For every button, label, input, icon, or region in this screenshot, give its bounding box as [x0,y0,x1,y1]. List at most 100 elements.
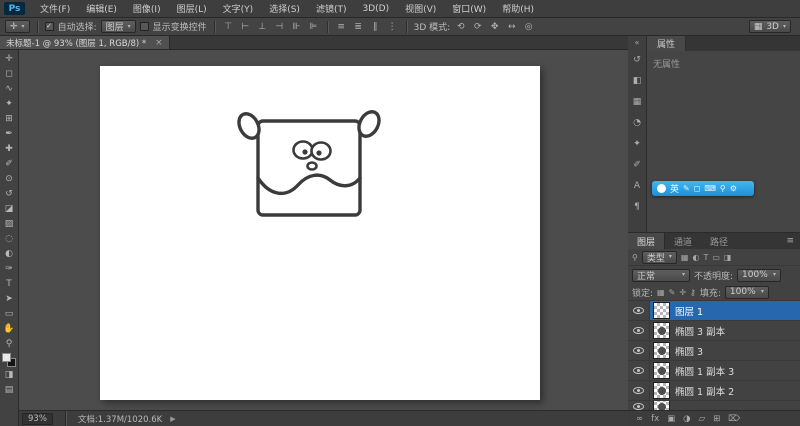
auto-select-dropdown[interactable]: 图层 ▾ [100,20,136,33]
align-right-icon[interactable]: ⊫ [307,22,320,32]
workspace-switcher[interactable]: ▦ 3D ▾ [748,20,791,33]
filter-shape-icon[interactable]: ▭ [712,253,720,262]
gradient-tool[interactable]: ▨ [1,216,18,231]
filter-type-icon[interactable]: T [703,253,708,262]
layer-row[interactable]: 椭圆 1 副本 3 [628,361,800,381]
color-swatches[interactable] [2,353,16,367]
visibility-eye-icon[interactable] [628,381,650,400]
zoom-level-field[interactable]: 93% [22,412,53,425]
distribute-top-icon[interactable]: ≡ [335,22,348,32]
show-transform-checkbox[interactable] [139,22,149,31]
align-bottom-icon[interactable]: ⊥ [256,22,269,32]
tab-layers[interactable]: 图层 [628,233,666,249]
3d-slide-icon[interactable]: ↔ [505,22,518,32]
ime-keyboard-icon[interactable]: ⌨ [704,184,716,193]
menu-layer[interactable]: 图层(L) [169,0,215,17]
canvas-pasteboard[interactable] [19,50,628,410]
layer-row[interactable]: 椭圆 3 副本 [628,321,800,341]
layer-thumbnail[interactable] [653,362,670,379]
foreground-color-swatch[interactable] [2,353,11,362]
3d-roll-icon[interactable]: ⟳ [471,22,484,32]
hand-tool[interactable]: ✋ [1,321,18,336]
lock-pixels-icon[interactable]: ✎ [669,288,676,297]
menu-3d[interactable]: 3D(D) [354,0,397,17]
align-middle-icon[interactable]: ⊢ [239,22,252,32]
lock-position-icon[interactable]: ✛ [679,288,686,297]
blur-tool[interactable]: ◌ [1,231,18,246]
filter-adjustment-icon[interactable]: ◐ [692,253,699,262]
visibility-eye-icon[interactable] [628,401,650,410]
lasso-tool[interactable]: ∿ [1,81,18,96]
tab-channels[interactable]: 通道 [665,233,701,249]
menu-select[interactable]: 选择(S) [261,0,308,17]
pen-tool[interactable]: ✑ [1,261,18,276]
filter-pixel-icon[interactable]: ▦ [681,253,689,262]
delete-layer-icon[interactable]: ⌦ [728,414,740,424]
layer-thumbnail[interactable] [653,342,670,359]
new-layer-icon[interactable]: ⊞ [713,414,720,424]
3d-rotate-icon[interactable]: ⟲ [454,22,467,32]
history-brush-tool[interactable]: ↺ [1,186,18,201]
menu-image[interactable]: 图像(I) [125,0,169,17]
move-tool[interactable]: ✛ [1,51,18,66]
eraser-tool[interactable]: ◪ [1,201,18,216]
menu-filter[interactable]: 滤镜(T) [308,0,355,17]
eyedropper-tool[interactable]: ✒ [1,126,18,141]
layer-group-icon[interactable]: ▱ [699,414,706,424]
layer-thumbnail[interactable] [653,302,670,319]
distribute-bottom-icon[interactable]: ∥ [369,22,382,32]
menu-view[interactable]: 视图(V) [397,0,444,17]
swatches-panel-icon[interactable]: ▦ [633,97,642,110]
crop-tool[interactable]: ⊞ [1,111,18,126]
ime-settings-icon[interactable]: ⚙ [730,184,737,193]
healing-brush-tool[interactable]: ✚ [1,141,18,156]
visibility-eye-icon[interactable] [628,321,650,340]
distribute-left-icon[interactable]: ⋮ [386,22,399,32]
distribute-middle-icon[interactable]: ≣ [352,22,365,32]
history-panel-icon[interactable]: ↺ [633,55,641,68]
opacity-field[interactable]: 100% ▾ [737,268,782,282]
path-selection-tool[interactable]: ➤ [1,291,18,306]
layer-row[interactable]: 图层 1 [628,301,800,321]
ime-logo-icon[interactable] [657,184,666,193]
menu-edit[interactable]: 编辑(E) [78,0,125,17]
adjustment-layer-icon[interactable]: ◑ [683,414,690,424]
clone-stamp-tool[interactable]: ⊙ [1,171,18,186]
layer-thumbnail[interactable] [653,382,670,399]
character-panel-icon[interactable]: A [634,181,640,194]
brush-tool[interactable]: ✐ [1,156,18,171]
color-panel-icon[interactable]: ◧ [633,76,642,89]
shape-tool[interactable]: ▭ [1,306,18,321]
3d-pan-icon[interactable]: ✥ [488,22,501,32]
layer-thumbnail[interactable] [653,401,670,410]
ime-pen-icon[interactable]: ✎ [683,184,690,193]
close-tab-icon[interactable]: × [155,38,163,48]
layer-mask-icon[interactable]: ▣ [667,414,675,424]
screen-mode-button[interactable]: ▤ [1,382,18,397]
layer-row-partial[interactable] [628,401,800,410]
tab-properties[interactable]: 属性 [647,36,687,51]
align-center-icon[interactable]: ⊪ [290,22,303,32]
ime-board-icon[interactable]: ◻ [694,184,701,193]
align-left-icon[interactable]: ⊣ [273,22,286,32]
tab-paths[interactable]: 路径 [701,233,737,249]
document-tab[interactable]: 未标题-1 @ 93% (图层 1, RGB/8) * × [0,36,170,49]
menu-type[interactable]: 文字(Y) [215,0,262,17]
layer-row[interactable]: 椭圆 3 [628,341,800,361]
adjustments-panel-icon[interactable]: ◔ [633,118,641,131]
3d-scale-icon[interactable]: ◎ [522,22,535,32]
quick-selection-tool[interactable]: ✦ [1,96,18,111]
filter-type-dropdown[interactable]: 类型 ▾ [641,250,677,264]
menu-file[interactable]: 文件(F) [32,0,78,17]
align-top-icon[interactable]: ⊤ [222,22,235,32]
ime-search-icon[interactable]: ⚲ [720,184,726,193]
brush-panel-icon[interactable]: ✐ [633,160,641,173]
menu-window[interactable]: 窗口(W) [444,0,494,17]
lock-all-icon[interactable]: ⚷ [690,288,696,297]
link-layers-icon[interactable]: ∞ [636,414,643,424]
visibility-eye-icon[interactable] [628,301,650,320]
auto-select-checkbox[interactable]: ✓ [44,22,54,31]
paragraph-panel-icon[interactable]: ¶ [634,202,640,215]
filter-smart-icon[interactable]: ◨ [724,253,732,262]
panel-menu-icon[interactable]: ≡ [780,233,800,249]
